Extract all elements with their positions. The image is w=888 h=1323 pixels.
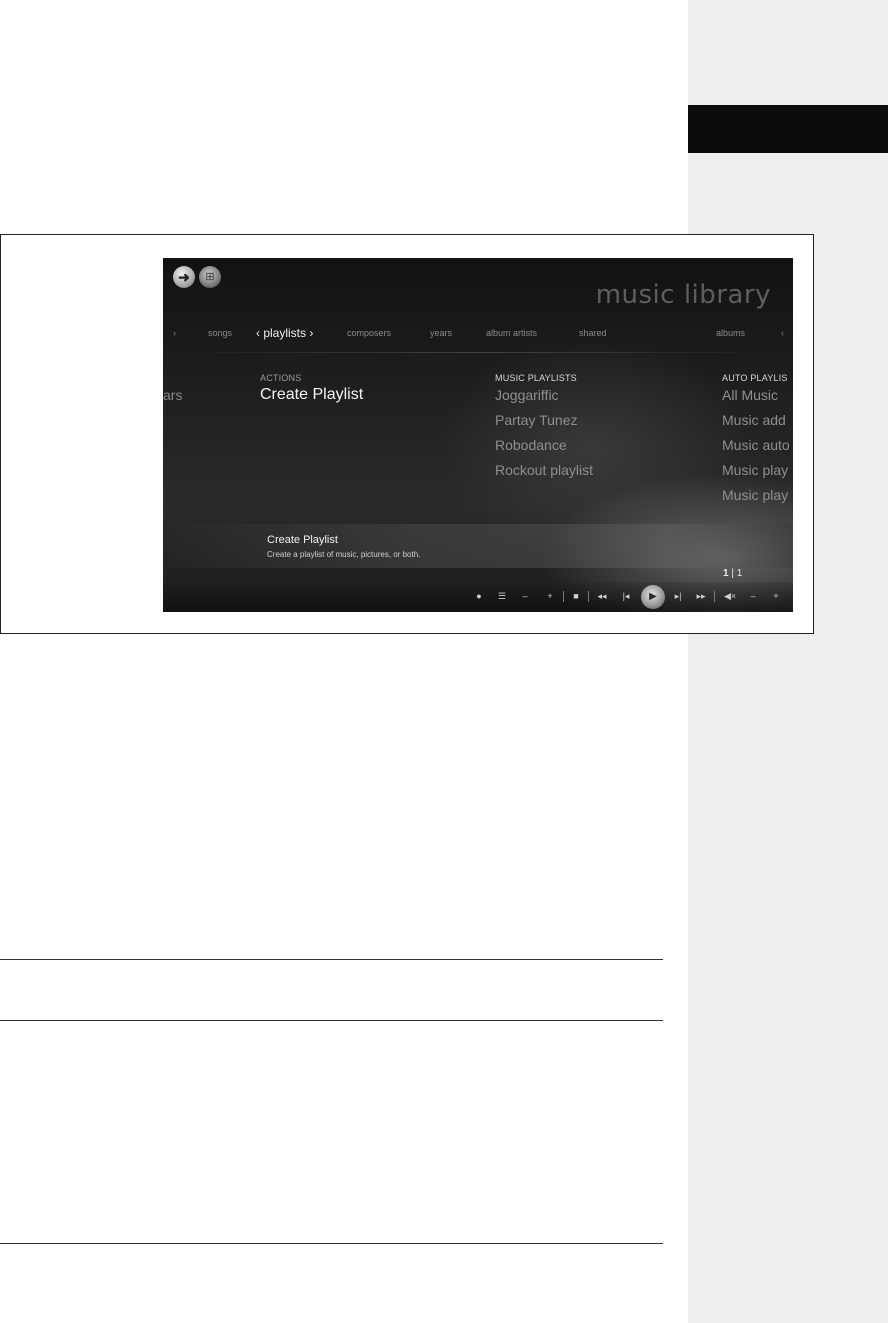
horizontal-rule <box>0 1020 663 1021</box>
guide-icon[interactable]: ☰ <box>496 591 508 602</box>
control-separator <box>714 591 715 602</box>
page-current: 1 <box>723 568 729 579</box>
mute-icon[interactable]: ◀× <box>724 591 736 602</box>
nav-right-arrow-icon[interactable]: ‹ <box>781 328 784 338</box>
fast-forward-icon[interactable]: ▸▸ <box>695 591 707 602</box>
volume-up-icon[interactable]: + <box>770 591 782 601</box>
channel-up-icon[interactable]: + <box>544 591 556 601</box>
category-nav: › songs ‹ playlists › composers years al… <box>163 326 793 344</box>
horizontal-rule <box>0 1243 663 1244</box>
tab-composers[interactable]: composers <box>347 328 391 338</box>
previous-icon[interactable]: |◂ <box>620 591 632 602</box>
page-total: 1 <box>736 568 743 579</box>
rewind-icon[interactable]: ◂◂ <box>596 591 608 602</box>
page-separator: | <box>731 568 734 579</box>
info-band <box>163 524 793 568</box>
auto-playlist-item[interactable]: Music auto <box>722 437 790 453</box>
windows-logo-icon: ⊞ <box>205 271 215 283</box>
auto-playlists-header: AUTO PLAYLIS <box>722 373 788 383</box>
create-playlist-action[interactable]: Create Playlist <box>260 386 363 404</box>
tab-songs[interactable]: songs <box>208 328 232 338</box>
media-center-screen: ➜ ⊞ music library › songs ‹ playlists › … <box>163 258 793 612</box>
page-indicator: 1 | 1 <box>723 568 742 579</box>
stop-icon[interactable]: ■ <box>570 591 582 601</box>
horizontal-rule <box>0 959 663 960</box>
playlist-item[interactable]: Joggariffic <box>495 387 559 403</box>
playlist-item[interactable]: Rockout playlist <box>495 462 593 478</box>
play-icon[interactable]: ▶ <box>641 585 665 609</box>
tab-shared[interactable]: shared <box>579 328 607 338</box>
auto-playlist-item[interactable]: All Music <box>722 387 778 403</box>
previous-column-label[interactable]: ars <box>163 387 182 403</box>
tab-playlists[interactable]: ‹ playlists › <box>256 326 313 340</box>
page-margin-sidebar <box>688 0 888 1323</box>
music-playlists-header: MUSIC PLAYLISTS <box>495 373 577 383</box>
chapter-tab <box>688 105 888 153</box>
record-icon[interactable]: ● <box>473 591 485 601</box>
playlist-item[interactable]: Partay Tunez <box>495 412 578 428</box>
actions-header: ACTIONS <box>260 373 302 383</box>
volume-down-icon[interactable]: – <box>747 591 759 601</box>
page-title: music library <box>595 280 771 310</box>
tab-years[interactable]: years <box>430 328 452 338</box>
back-icon[interactable]: ➜ <box>173 266 195 288</box>
next-icon[interactable]: ▸| <box>672 591 684 602</box>
tab-albums[interactable]: albums <box>716 328 745 338</box>
nav-left-arrow-icon[interactable]: › <box>173 328 176 338</box>
auto-playlist-item[interactable]: Music play <box>722 487 788 503</box>
control-separator <box>588 591 589 602</box>
auto-playlist-item[interactable]: Music add <box>722 412 786 428</box>
nav-divider <box>163 352 793 353</box>
info-description: Create a playlist of music, pictures, or… <box>267 550 421 559</box>
auto-playlist-item[interactable]: Music play <box>722 462 788 478</box>
start-orb-icon[interactable]: ⊞ <box>199 266 221 288</box>
playlist-item[interactable]: Robodance <box>495 437 567 453</box>
control-separator <box>563 591 564 602</box>
info-title: Create Playlist <box>267 534 338 546</box>
tab-album-artists[interactable]: album artists <box>486 328 537 338</box>
channel-down-icon[interactable]: – <box>519 591 531 601</box>
